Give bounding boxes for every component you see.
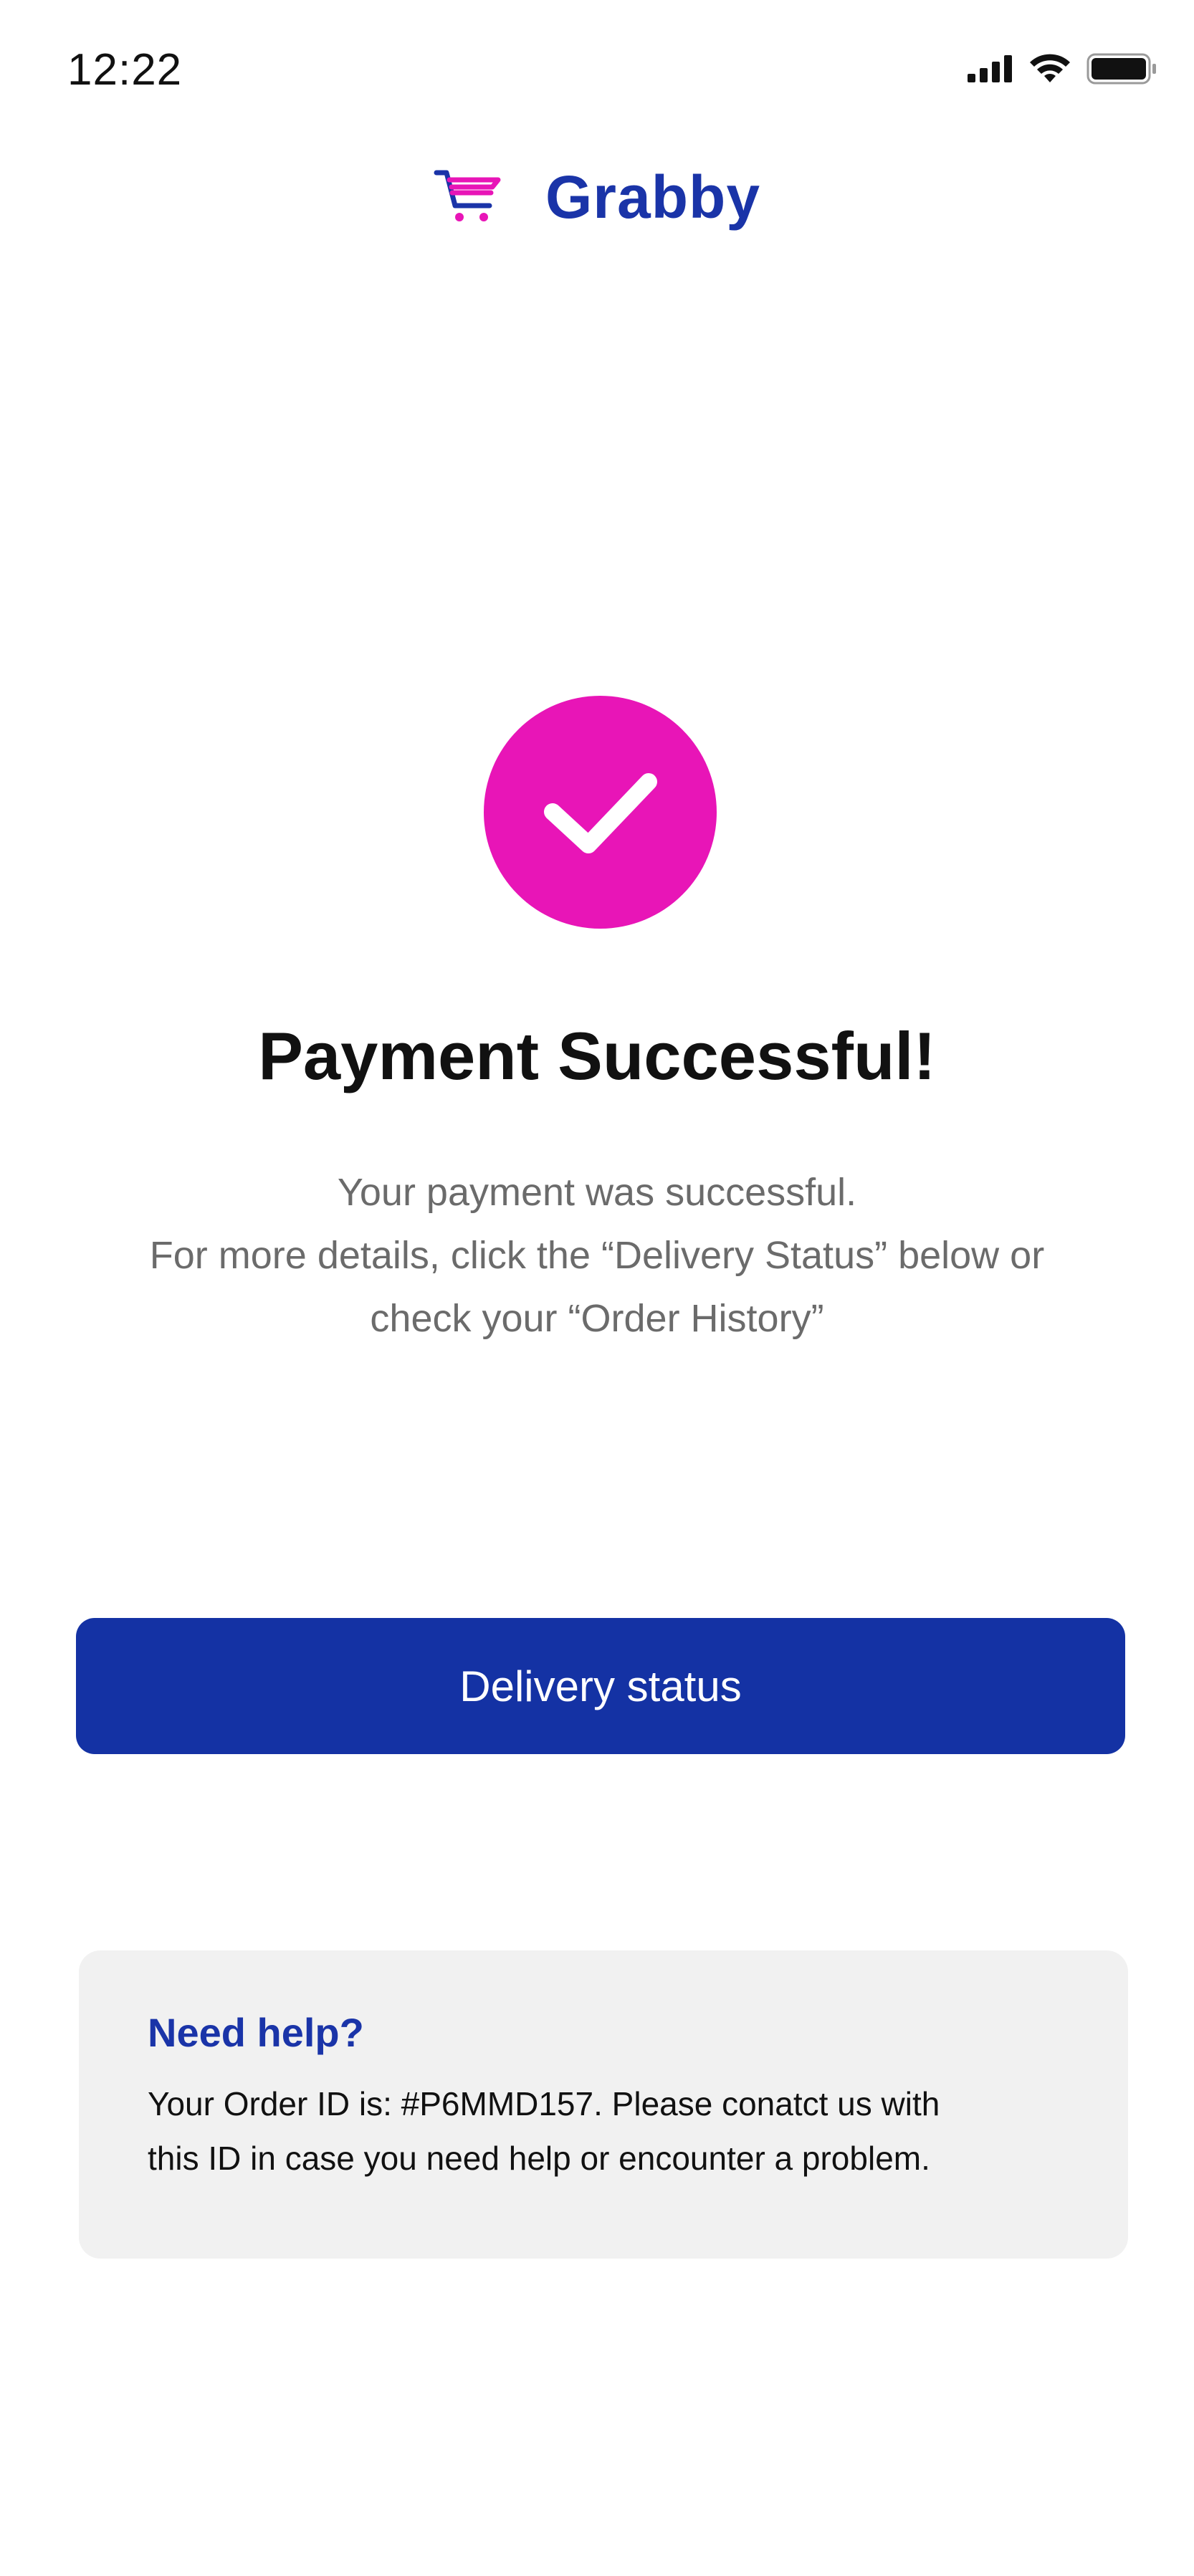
help-text: Your Order ID is: #P6MMD157. Please cona… [148,2077,1079,2185]
wifi-icon [1030,54,1070,82]
message-line: Your payment was successful. [337,1171,857,1214]
help-card: Need help? Your Order ID is: #P6MMD157. … [79,1950,1128,2259]
help-line: Your Order ID is: #P6MMD157. Please cona… [148,2085,940,2122]
status-time: 12:22 [67,45,183,95]
status-icons [968,53,1158,85]
status-bar: 12:22 [0,0,1194,143]
cellular-signal-icon [968,55,1012,82]
page-title: Payment Successful! [258,1018,936,1093]
message-line: For more details, click the “Delivery St… [149,1234,1045,1277]
battery-icon [1086,53,1156,85]
brand-name: Grabby [545,163,761,231]
help-line: this ID in case you need help or encount… [148,2140,930,2177]
cart-icon [434,170,501,221]
help-title: Need help? [148,2010,364,2055]
check-icon [543,772,657,853]
message-line: check your “Order History” [370,1297,824,1340]
success-badge [484,696,717,929]
delivery-status-button[interactable]: Delivery status [76,1618,1125,1754]
brand-header: Grabby [0,158,1194,236]
success-message: Your payment was successful. For more de… [57,1161,1137,1350]
